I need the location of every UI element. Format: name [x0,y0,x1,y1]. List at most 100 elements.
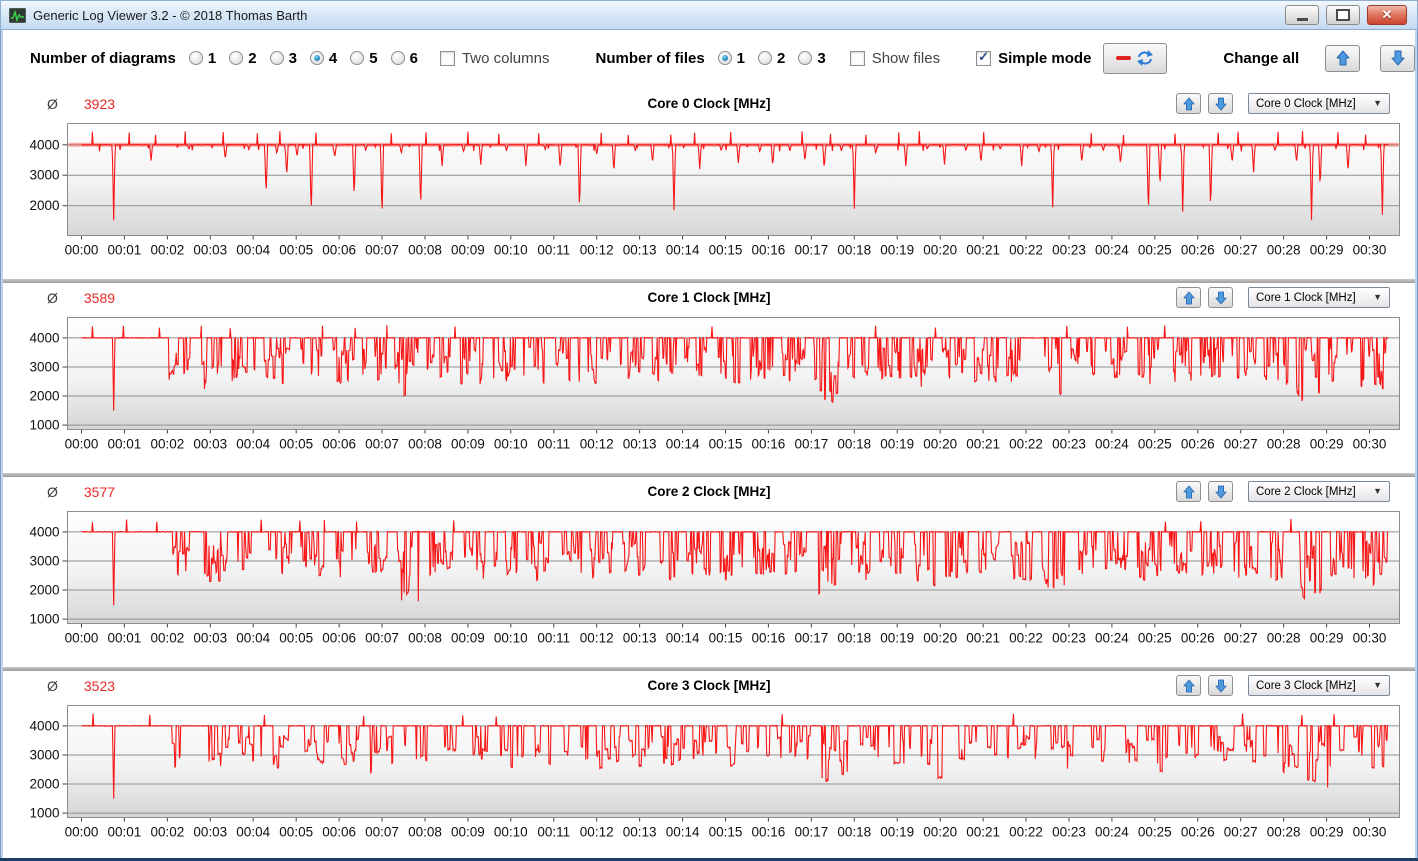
svg-text:00:21: 00:21 [966,243,1000,258]
checkbox-icon [976,50,992,66]
toolbar: Number of diagrams 1 2 3 4 5 6 Two colum… [3,30,1415,86]
svg-text:00:04: 00:04 [236,437,270,452]
radio-files-1[interactable]: 1 [717,50,745,67]
svg-text:00:25: 00:25 [1138,631,1172,646]
svg-text:00:24: 00:24 [1095,631,1129,646]
svg-text:00:13: 00:13 [623,437,657,452]
chart-plot: 4000 3000 2000 1000 00:00 00:01 00:02 00:03 00:0… [29,511,1400,646]
svg-text:00:20: 00:20 [923,243,957,258]
radio-files-3[interactable]: 3 [798,50,826,67]
svg-text:00:28: 00:28 [1267,631,1301,646]
svg-text:00:11: 00:11 [537,825,570,840]
panel-move-down-button[interactable] [1208,287,1233,308]
svg-text:00:01: 00:01 [108,437,142,452]
checkbox-icon [849,50,865,66]
panel-divider [3,667,1415,671]
close-button[interactable]: ✕ [1367,5,1407,25]
radio-diagrams-6[interactable]: 6 [390,50,418,67]
radio-diagrams-1[interactable]: 1 [188,50,216,67]
svg-text:00:26: 00:26 [1181,825,1215,840]
svg-text:00:30: 00:30 [1353,825,1387,840]
svg-text:00:24: 00:24 [1095,437,1129,452]
svg-text:00:26: 00:26 [1181,631,1215,646]
files-label: Number of files [595,49,705,67]
svg-text:00:05: 00:05 [279,243,313,258]
change-all-up-button[interactable] [1325,44,1361,72]
panel-move-up-button[interactable] [1176,675,1201,696]
radio-diagrams-2[interactable]: 2 [229,50,257,67]
up-arrow-icon [1336,50,1350,66]
svg-text:00:22: 00:22 [1009,825,1043,840]
svg-text:00:10: 00:10 [494,631,528,646]
radio-diagrams-5[interactable]: 5 [350,50,378,67]
svg-text:00:12: 00:12 [580,243,614,258]
svg-text:00:20: 00:20 [923,825,957,840]
minimize-button[interactable] [1285,5,1319,25]
svg-text:00:14: 00:14 [666,631,700,646]
channel-select[interactable]: Core 3 Clock [MHz] ▼ [1248,675,1390,696]
svg-text:00:08: 00:08 [408,243,442,258]
panel-divider [3,473,1415,477]
line-style-refresh-button[interactable] [1103,42,1168,74]
svg-text:00:23: 00:23 [1052,437,1086,452]
svg-text:00:18: 00:18 [837,631,871,646]
svg-text:00:28: 00:28 [1267,437,1301,452]
svg-text:00:00: 00:00 [65,437,99,452]
channel-select[interactable]: Core 0 Clock [MHz] ▼ [1248,93,1390,114]
up-arrow-icon [1182,97,1195,110]
svg-text:00:11: 00:11 [537,437,570,452]
up-arrow-icon [1182,291,1195,304]
svg-text:2000: 2000 [29,777,59,792]
panel-move-down-button[interactable] [1208,675,1233,696]
panel-move-up-button[interactable] [1176,93,1201,114]
svg-text:3000: 3000 [29,360,59,375]
svg-text:00:00: 00:00 [65,631,99,646]
svg-text:1000: 1000 [29,418,59,433]
panel-move-up-button[interactable] [1176,287,1201,308]
svg-text:00:17: 00:17 [795,243,829,258]
svg-text:3000: 3000 [29,554,59,569]
app-icon [8,7,27,23]
svg-text:00:13: 00:13 [623,825,657,840]
svg-text:00:06: 00:06 [322,631,356,646]
svg-text:00:09: 00:09 [451,825,485,840]
svg-text:00:08: 00:08 [408,631,442,646]
radio-diagrams-4[interactable]: 4 [309,50,337,67]
show-files-checkbox[interactable]: Show files [849,50,940,67]
svg-text:00:22: 00:22 [1009,631,1043,646]
svg-text:00:12: 00:12 [580,631,614,646]
charts-area: Ø 3923 Core 0 Clock [MHz] Core 0 Clock [M… [3,86,1415,861]
maximize-button[interactable] [1326,5,1360,25]
panel-move-up-button[interactable] [1176,481,1201,502]
svg-text:00:29: 00:29 [1310,243,1344,258]
svg-text:00:29: 00:29 [1310,825,1344,840]
panel-move-down-button[interactable] [1208,481,1233,502]
channel-select[interactable]: Core 1 Clock [MHz] ▼ [1248,287,1390,308]
svg-text:00:25: 00:25 [1138,437,1172,452]
svg-text:00:20: 00:20 [923,631,957,646]
svg-text:00:26: 00:26 [1181,437,1215,452]
svg-text:00:27: 00:27 [1224,825,1258,840]
radio-circle-icon [229,51,244,65]
svg-text:00:30: 00:30 [1353,243,1387,258]
svg-text:00:14: 00:14 [666,825,700,840]
svg-text:00:28: 00:28 [1267,825,1301,840]
chevron-down-icon: ▼ [1373,680,1382,690]
change-all-down-button[interactable] [1380,44,1415,72]
two-columns-checkbox[interactable]: Two columns [439,50,549,67]
down-arrow-icon [1214,485,1227,498]
svg-text:00:10: 00:10 [494,437,528,452]
panel-move-down-button[interactable] [1208,93,1233,114]
diagrams-label: Number of diagrams [30,49,176,67]
simple-mode-checkbox[interactable]: Simple mode [976,50,1091,67]
svg-text:4000: 4000 [29,524,59,539]
svg-text:00:00: 00:00 [65,825,99,840]
radio-files-2[interactable]: 2 [758,50,785,67]
up-arrow-icon [1182,679,1195,692]
svg-text:00:03: 00:03 [193,825,227,840]
svg-text:00:24: 00:24 [1095,243,1129,258]
svg-text:00:19: 00:19 [880,437,914,452]
channel-select[interactable]: Core 2 Clock [MHz] ▼ [1248,481,1390,502]
svg-text:00:04: 00:04 [236,243,270,258]
radio-diagrams-3[interactable]: 3 [269,50,297,67]
